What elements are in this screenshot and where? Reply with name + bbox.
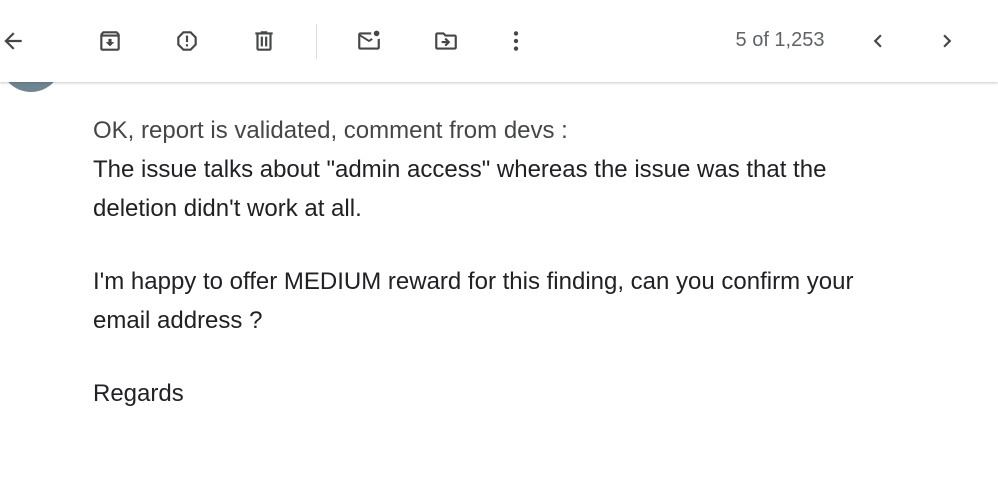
- move-to-button[interactable]: [426, 21, 466, 61]
- pagination-text: 5 of 1,253: [735, 29, 825, 51]
- message-toolbar: 5 of 1,253: [0, 0, 998, 82]
- move-to-folder-icon: [435, 32, 457, 50]
- archive-button[interactable]: [90, 21, 130, 61]
- report-spam-button[interactable]: [167, 21, 207, 61]
- back-button[interactable]: [0, 21, 33, 61]
- archive-icon: [100, 31, 120, 51]
- message-line: OK, report is validated, comment from de…: [93, 117, 568, 144]
- message-line: The issue talks about "admin access" whe…: [93, 156, 827, 183]
- delete-button[interactable]: [244, 21, 284, 61]
- chevron-right-icon: [943, 34, 952, 48]
- chevron-left-icon: [873, 34, 882, 48]
- toolbar-divider: [316, 24, 317, 59]
- more-vertical-icon: [513, 31, 519, 51]
- message-signoff: Regards: [93, 380, 184, 407]
- mark-unread-button[interactable]: [349, 21, 389, 61]
- message-line: deletion didn't work at all.: [93, 195, 362, 222]
- message-line: email address ?: [93, 307, 263, 334]
- message-body: OK, report is validated, comment from de…: [93, 111, 973, 413]
- older-button[interactable]: [927, 21, 967, 61]
- newer-button[interactable]: [858, 21, 898, 61]
- trash-icon: [255, 31, 273, 51]
- report-spam-icon: [177, 31, 197, 51]
- more-options-button[interactable]: [496, 21, 536, 61]
- arrow-left-icon: [4, 32, 22, 50]
- mark-unread-icon: [358, 30, 380, 50]
- message-line: I'm happy to offer MEDIUM reward for thi…: [93, 268, 854, 295]
